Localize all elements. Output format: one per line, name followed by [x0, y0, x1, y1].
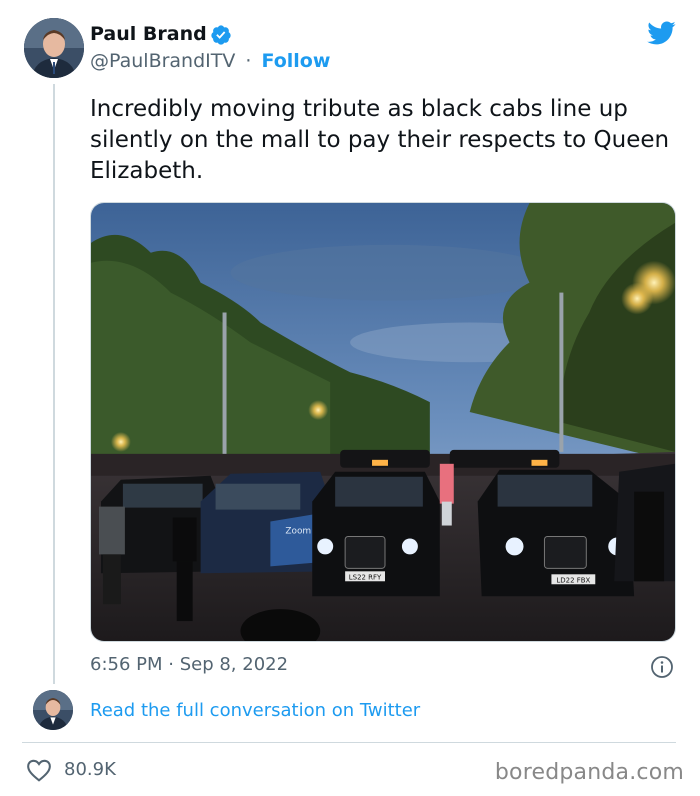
info-icon[interactable] — [650, 655, 674, 679]
tweet-timestamp[interactable]: 6:56 PM · Sep 8, 2022 — [90, 654, 288, 675]
divider — [22, 742, 676, 743]
twitter-bird-icon[interactable] — [646, 20, 676, 46]
author-name[interactable]: Paul Brand — [90, 23, 207, 45]
conversation-avatar[interactable] — [33, 690, 73, 730]
heart-icon[interactable] — [26, 758, 52, 782]
plate-left: LS22 RFY — [349, 573, 382, 581]
separator-dot: · — [245, 50, 252, 72]
watermark: boredpanda.com — [494, 760, 684, 785]
plate-right: LD22 FBX — [556, 576, 590, 584]
verified-badge-icon — [211, 25, 231, 45]
author-handle[interactable]: @PaulBrandITV — [90, 50, 235, 72]
thread-line — [53, 84, 55, 684]
read-full-conversation-link[interactable]: Read the full conversation on Twitter — [90, 700, 420, 721]
tweet-photo[interactable]: Zoom Plus LS22 RFY LD22 FBX — [90, 202, 676, 642]
like-count: 80.9K — [64, 759, 116, 780]
handle-row: @PaulBrandITV · Follow — [90, 50, 330, 72]
follow-button[interactable]: Follow — [262, 50, 331, 72]
tweet-text: Incredibly moving tribute as black cabs … — [90, 96, 670, 184]
author-avatar[interactable] — [24, 18, 84, 78]
